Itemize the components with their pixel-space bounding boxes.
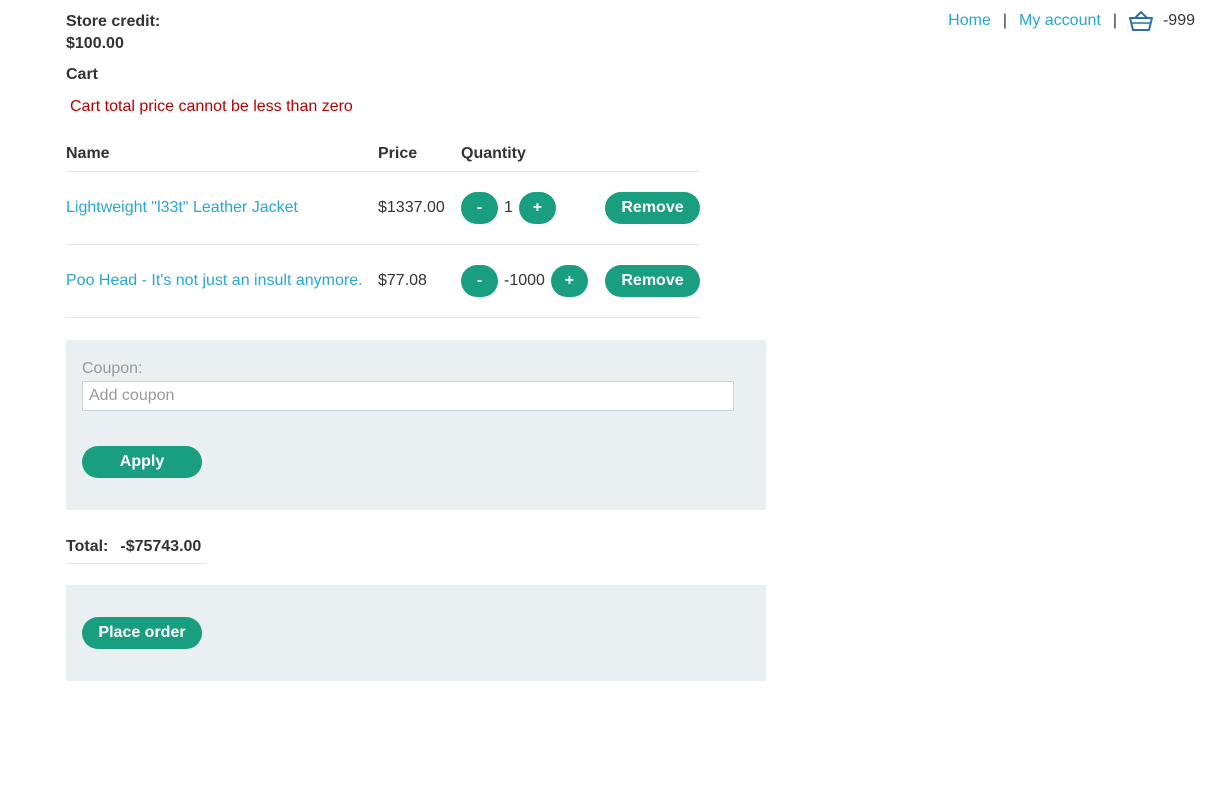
decrease-quantity-button[interactable]: -: [461, 265, 498, 297]
error-message: Cart total price cannot be less than zer…: [70, 98, 353, 115]
coupon-label: Coupon:: [82, 360, 143, 377]
store-credit-label: Store credit:: [66, 13, 161, 30]
increase-quantity-button[interactable]: +: [518, 192, 556, 224]
store-credit: Store credit: $100.00: [66, 11, 160, 55]
increase-quantity-button[interactable]: +: [550, 265, 588, 297]
product-link[interactable]: Poo Head - It's not just an insult anymo…: [66, 272, 363, 289]
apply-coupon-button[interactable]: Apply: [82, 446, 202, 478]
column-header-name: Name: [66, 145, 378, 172]
cart-link[interactable]: -999: [1128, 10, 1195, 32]
product-price: $1337.00: [378, 171, 461, 245]
table-row: Lightweight "l33t" Leather Jacket $1337.…: [66, 171, 700, 245]
column-header-price: Price: [378, 145, 461, 172]
total-value: -$75743.00: [120, 538, 202, 555]
quantity-stepper: - -1000 +: [461, 265, 598, 297]
table-row: Poo Head - It's not just an insult anymo…: [66, 244, 700, 318]
nav-separator: |: [1112, 12, 1117, 29]
total-row: Total: -$75743.00: [66, 538, 207, 564]
store-credit-amount: $100.00: [66, 35, 124, 52]
total-label: Total:: [66, 538, 109, 555]
remove-button[interactable]: Remove: [605, 192, 700, 224]
product-link[interactable]: Lightweight "l33t" Leather Jacket: [66, 199, 298, 216]
coupon-input[interactable]: [82, 381, 734, 411]
cart-heading: Cart: [66, 66, 99, 83]
top-nav: Home | My account | -999: [948, 10, 1195, 32]
quantity-value: -1000: [504, 272, 545, 289]
nav-separator: |: [1002, 12, 1007, 29]
column-header-actions: [597, 145, 700, 172]
coupon-panel: Coupon: Apply: [66, 340, 766, 510]
place-order-button[interactable]: Place order: [82, 617, 202, 649]
column-header-quantity: Quantity: [461, 145, 598, 172]
my-account-link[interactable]: My account: [1019, 12, 1101, 30]
place-order-panel: Place order: [66, 585, 766, 681]
quantity-stepper: - 1 +: [461, 192, 598, 224]
product-price: $77.08: [378, 244, 461, 318]
cart-table: Name Price Quantity Lightweight "l33t" L…: [66, 145, 700, 318]
decrease-quantity-button[interactable]: -: [461, 192, 498, 224]
cart-count: -999: [1162, 12, 1195, 29]
basket-icon: [1128, 11, 1153, 31]
quantity-value: 1: [504, 199, 513, 216]
remove-button[interactable]: Remove: [605, 265, 700, 297]
home-link[interactable]: Home: [948, 12, 991, 30]
table-header-row: Name Price Quantity: [66, 145, 700, 172]
